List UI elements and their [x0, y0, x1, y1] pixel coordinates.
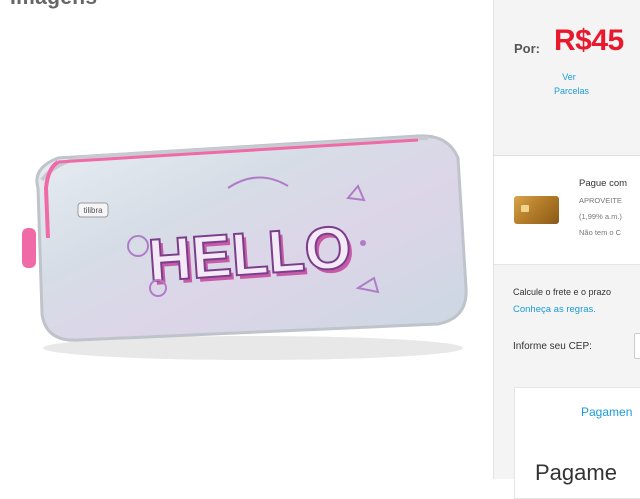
gallery-title: Imagens: [10, 0, 97, 10]
card-offer-title: Pague com: [579, 178, 628, 189]
purchase-panel: Por: R$45 Ver Parcelas Pague com APROVEI…: [493, 0, 640, 499]
parcelas-line-1[interactable]: Ver: [554, 70, 584, 84]
por-label: Por:: [514, 41, 540, 56]
payment-box: Pagamen Pagame: [514, 387, 640, 499]
payment-link[interactable]: Pagamen: [581, 405, 632, 419]
see-installments-link[interactable]: Ver Parcelas: [554, 70, 589, 98]
cep-label: Informe seu CEP:: [513, 341, 592, 352]
product-image[interactable]: tilibra HELLO HELLO: [18, 128, 488, 368]
shipping-calc-text: Calcule o frete e o prazo: [513, 287, 612, 297]
shipping-calculator: Calcule o frete e o prazo Conheça as reg…: [494, 265, 640, 499]
card-offer-line-2: (1,99% a.m.): [579, 212, 622, 221]
card-offer-line-3: Não tem o C: [579, 228, 622, 237]
product-gallery: Imagens tilibra HELLO HELLO: [0, 0, 493, 479]
price-box: Por: R$45 Ver Parcelas: [494, 0, 640, 156]
cep-input[interactable]: [634, 333, 640, 359]
price-value: R$45: [554, 24, 624, 57]
credit-card-offer: Pague com APROVEITE (1,99% a.m.) Não tem…: [494, 156, 640, 265]
svg-text:tilibra: tilibra: [83, 206, 103, 215]
card-offer-line-1: APROVEITE: [579, 196, 622, 205]
credit-card-icon: [514, 196, 559, 224]
payment-heading: Pagame: [535, 460, 617, 485]
rules-link[interactable]: Conheça as regras.: [513, 304, 596, 315]
svg-text:HELLO: HELLO: [146, 213, 354, 294]
parcelas-line-2[interactable]: Parcelas: [554, 84, 589, 98]
